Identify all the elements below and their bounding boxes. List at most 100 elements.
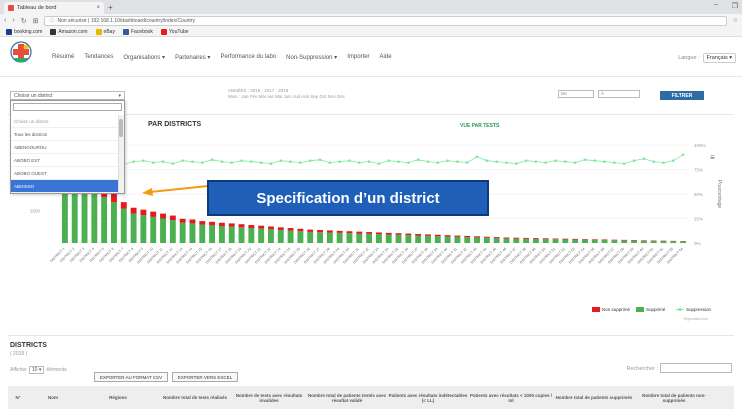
app-logo[interactable] (10, 40, 32, 70)
column-header[interactable]: Patients avec résultats indétectables (<… (388, 393, 468, 404)
bar-supprime (513, 238, 520, 243)
dropdown-option[interactable]: ABENGOUROU (11, 141, 119, 154)
dropdown-option[interactable]: Choisir un district (11, 115, 119, 128)
bar-non-supprime (336, 230, 343, 233)
nav-importer[interactable]: Importer (347, 54, 369, 61)
url-text: Non sécurisé | 192.168.1.10/dashboard/co… (57, 17, 195, 24)
date-from-input[interactable]: De (558, 90, 594, 98)
bar-supprime (405, 235, 412, 243)
column-header[interactable]: Nom (28, 395, 78, 401)
dropdown-option[interactable]: Tous les districts (11, 128, 119, 141)
filter-button[interactable]: FILTRER (660, 91, 704, 100)
nav-resume[interactable]: Résumé (52, 54, 74, 61)
nav-performance[interactable]: Performance du labo (220, 54, 276, 61)
year-month-filter[interactable]: ANNÉES : 2016 · 2017 · 2018 Mois : Jan F… (228, 88, 345, 100)
bar-non-supprime (385, 232, 392, 235)
bar-supprime (660, 241, 667, 243)
callout-box: Specification d’un district (207, 180, 489, 216)
suppression-point (240, 159, 243, 162)
nav-aide[interactable]: Aide (380, 54, 392, 61)
column-header[interactable]: Patients avec résultats < 1000 copies / … (468, 393, 554, 404)
suppression-point (259, 161, 263, 164)
tab-close-icon[interactable]: × (96, 5, 100, 11)
minimize-icon[interactable]: − (714, 2, 718, 10)
bookmark-star-icon[interactable]: ☆ (733, 17, 738, 24)
suppression-point (377, 162, 381, 165)
bar-supprime (101, 197, 108, 243)
new-tab-button[interactable]: + (108, 3, 113, 12)
bar-supprime (454, 236, 461, 243)
export-excel-button[interactable]: EXPORTER VERS EXCEL (172, 372, 238, 382)
y-right-axis-title: Pourcentage (716, 180, 722, 209)
back-icon[interactable]: ‹ (4, 17, 6, 24)
column-header[interactable]: Nombre total de patients testés avec rés… (306, 393, 388, 404)
bar-supprime (228, 226, 235, 243)
dropdown-option[interactable]: ABOBO EST (11, 154, 119, 167)
column-header[interactable]: Régions (78, 395, 158, 401)
bookmark-youtube[interactable]: YouTube (160, 28, 189, 35)
nav-non-suppression[interactable]: Non-Suppression ▾ (286, 54, 337, 61)
search-input[interactable] (660, 363, 732, 373)
suppression-point (318, 158, 322, 161)
bar-supprime (375, 234, 382, 243)
suppression-point (681, 153, 685, 157)
month-line[interactable]: Mois : Jan Fév Mar Avr Mai Juin Juil Aoû… (228, 94, 345, 100)
bookmark-amazon[interactable]: Amazon.com (50, 28, 88, 35)
export-csv-button[interactable]: EXPORTER AU FORMAT CSV (94, 372, 168, 382)
bar-supprime (218, 226, 225, 243)
bar-non-supprime (287, 228, 294, 231)
suppression-point (142, 159, 145, 162)
length-suffix: éléments (46, 367, 67, 373)
suppression-point (181, 159, 184, 162)
nav-partenaires[interactable]: Partenaires ▾ (175, 54, 210, 61)
date-to-input[interactable]: À (598, 90, 640, 98)
suppression-point (357, 161, 361, 164)
browser-tab[interactable]: Tableau de bord × (4, 2, 104, 14)
dropdown-search-input[interactable] (13, 103, 122, 111)
bookmark-facebook[interactable]: Facebook (122, 28, 153, 35)
url-field[interactable]: ⓘ Non sécurisé | 192.168.1.10/dashboard/… (44, 15, 727, 26)
bar-supprime (150, 216, 157, 243)
language-select[interactable]: Français ▾ (702, 53, 736, 63)
bar-supprime (169, 220, 176, 243)
bookmark-booking[interactable]: booking.com (6, 28, 43, 35)
bar-supprime (248, 227, 255, 243)
column-header[interactable]: N° (8, 395, 28, 401)
bar-non-supprime (542, 238, 549, 240)
suppression-point (289, 160, 292, 163)
bookmark-ebay[interactable]: eBay (95, 28, 115, 35)
bar-supprime (268, 229, 274, 243)
nav-tendances[interactable]: Tendances (84, 54, 113, 61)
district-dropdown: Choisir un district Tous les districts A… (10, 100, 125, 194)
dropdown-option[interactable]: ABOBO OUEST (11, 167, 119, 180)
bookmark-label: Facebook (130, 28, 153, 35)
bar-non-supprime (169, 215, 176, 221)
suppression-point (573, 161, 577, 164)
dropdown-option-selected[interactable]: ABOISSO (11, 180, 119, 193)
bar-non-supprime (356, 231, 363, 234)
nav-organisations[interactable]: Organisations ▾ (123, 54, 165, 61)
suppression-point (475, 155, 479, 159)
bookmark-label: booking.com (14, 28, 43, 35)
column-header[interactable]: Nombre de tests avec résultats invalides (232, 393, 306, 404)
restore-icon[interactable]: ❐ (732, 2, 738, 10)
forward-icon[interactable]: › (12, 17, 14, 24)
bar-supprime (160, 218, 166, 243)
legend-swatch (592, 307, 600, 312)
bookmark-label: YouTube (168, 28, 189, 35)
district-select[interactable]: Choisir un district ▾ (10, 91, 125, 100)
column-header[interactable]: Nombre total de tests réalisés (158, 395, 232, 401)
bar-non-supprime (611, 239, 618, 241)
bar-non-supprime (523, 237, 530, 239)
apps-icon[interactable]: ⊞ (33, 17, 39, 25)
legend-label: Supprimé (646, 307, 666, 312)
bar-supprime (179, 222, 186, 243)
bar-non-supprime (258, 225, 265, 229)
dropdown-scroll-thumb[interactable] (119, 119, 123, 137)
column-header[interactable]: Nombre total de patients supprimés (554, 395, 634, 401)
bar-supprime (483, 237, 490, 243)
length-select[interactable]: 10 ▾ (28, 366, 45, 374)
column-header[interactable]: Nombre total de patients non-supprimés (634, 393, 714, 404)
reload-icon[interactable]: ↻ (21, 17, 27, 25)
bookmark-label: Amazon.com (58, 28, 88, 35)
